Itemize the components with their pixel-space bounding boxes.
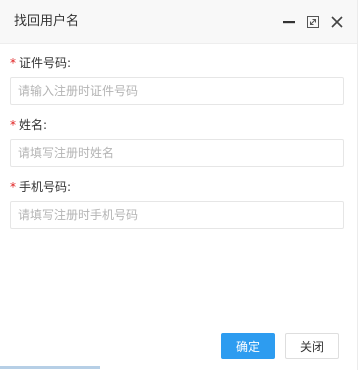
id-number-label: * 证件号码: [10, 55, 344, 71]
name-field-group: * 姓名: [10, 117, 344, 167]
dialog-titlebar[interactable]: 找回用户名 [0, 0, 357, 44]
phone-field-group: * 手机号码: [10, 179, 344, 229]
required-mark: * [10, 180, 16, 194]
required-mark: * [10, 56, 16, 70]
confirm-button[interactable]: 确定 [221, 333, 275, 359]
phone-label-text: 手机号码: [19, 180, 72, 194]
id-number-label-text: 证件号码: [19, 56, 72, 70]
find-username-dialog: 找回用户名 *证件号码: *姓名: [0, 0, 358, 370]
maximize-icon[interactable] [305, 14, 321, 30]
name-label-text: 姓名: [19, 118, 48, 132]
name-label: * 姓名: [10, 117, 344, 133]
required-mark: * [10, 118, 16, 132]
phone-input[interactable] [10, 201, 344, 229]
dialog-footer: 确定 关闭 [221, 333, 339, 359]
close-icon[interactable] [329, 14, 345, 30]
name-input[interactable] [10, 139, 344, 167]
minimize-icon[interactable] [281, 14, 297, 30]
id-number-input[interactable] [10, 77, 344, 105]
window-controls [281, 13, 345, 31]
dialog-title: 找回用户名 [14, 14, 80, 29]
id-number-field-group: * 证件号码: [10, 55, 344, 105]
phone-label: * 手机号码: [10, 179, 344, 195]
scroll-indicator [0, 366, 100, 369]
close-button[interactable]: 关闭 [285, 333, 339, 359]
